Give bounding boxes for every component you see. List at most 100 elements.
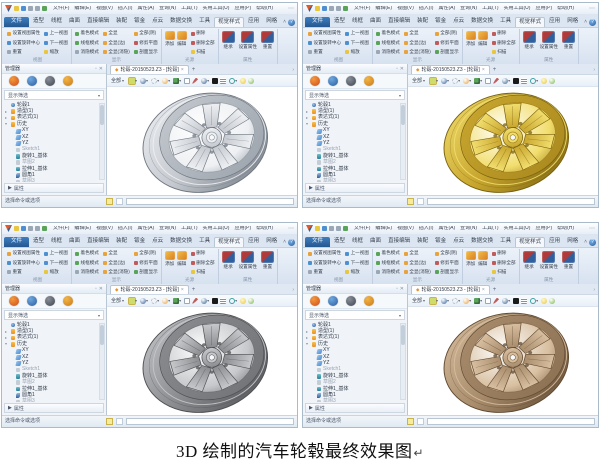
- open-icon[interactable]: [315, 6, 320, 11]
- menu-item[interactable]: 应用(P): [535, 6, 552, 11]
- selection-filter-dropdown[interactable]: 全部 ▾: [412, 297, 425, 304]
- ribbon-button[interactable]: 删除: [190, 31, 215, 36]
- visual-manager-icon[interactable]: [45, 76, 55, 86]
- save-icon[interactable]: [322, 6, 327, 11]
- titlebar-overflow-icon[interactable]: ⋯: [589, 226, 595, 232]
- collapsed-section-bar[interactable]: ▶ 属性: [4, 183, 104, 193]
- ribbon-button[interactable]: 剖面显示: [434, 49, 459, 55]
- display-tool-ring-icon[interactable]: ▾: [451, 297, 460, 304]
- redo-icon[interactable]: [35, 226, 40, 231]
- ribbon-button[interactable]: 重置: [260, 249, 274, 277]
- visual-manager-icon[interactable]: [346, 76, 356, 86]
- menu-item[interactable]: 属性(A): [438, 226, 455, 231]
- ribbon-tab[interactable]: 视觉样式: [515, 236, 546, 247]
- visual-manager-icon[interactable]: [346, 296, 356, 306]
- ribbon-button[interactable]: 重置: [260, 29, 274, 57]
- display-tool-bulb-icon[interactable]: [540, 297, 547, 304]
- display-tool-ball-icon[interactable]: ▾: [440, 297, 449, 304]
- ribbon-button[interactable]: 修剪平面: [133, 260, 158, 266]
- ribbon-tab[interactable]: 曲面: [367, 237, 384, 248]
- selection-filter-dropdown[interactable]: 全部 ▾: [412, 77, 425, 84]
- ribbon-tab[interactable]: 线框: [349, 17, 366, 28]
- menu-item[interactable]: 工具(T): [482, 226, 498, 231]
- history-manager-icon[interactable]: [310, 296, 320, 306]
- ribbon-button[interactable]: 扫描: [491, 49, 516, 55]
- tree-caret-icon[interactable]: ▾: [306, 342, 310, 346]
- save-icon[interactable]: [21, 6, 26, 11]
- tree-caret-icon[interactable]: ▸: [5, 335, 9, 340]
- display-filter-dropdown[interactable]: 显示筛选 ▾: [305, 310, 405, 320]
- display-tool-ball-icon[interactable]: ▾: [462, 77, 471, 84]
- menu-item[interactable]: 文件(F): [354, 6, 370, 11]
- ribbon-tab[interactable]: 网格: [564, 237, 581, 248]
- ribbon-button[interactable]: 设置视图属性: [308, 251, 341, 256]
- tree-caret-icon[interactable]: ▸: [306, 329, 310, 334]
- display-tool-ring-icon[interactable]: ▾: [451, 77, 460, 84]
- ribbon-tab[interactable]: 工具: [497, 237, 514, 248]
- collapsed-section-bar[interactable]: ▶ 属性: [4, 403, 104, 413]
- ribbon-button[interactable]: 剖面显示: [133, 49, 158, 55]
- ribbon-button[interactable]: 删除全部: [190, 260, 215, 266]
- ribbon-button[interactable]: 添加: [164, 31, 175, 47]
- close-panel-icon[interactable]: ✕: [400, 286, 404, 292]
- display-tool-sel-icon[interactable]: ▾: [428, 76, 438, 85]
- display-tool-ring-icon[interactable]: ▾: [150, 77, 159, 84]
- menu-item[interactable]: 查询(N): [159, 226, 176, 231]
- menu-item[interactable]: 插入(I): [419, 6, 434, 11]
- tab-scroll-icon[interactable]: ›: [292, 287, 294, 294]
- ribbon-button[interactable]: 删除: [491, 31, 516, 36]
- close-panel-icon[interactable]: ✕: [99, 286, 103, 292]
- ribbon-button[interactable]: 上一视图: [44, 31, 68, 36]
- document-tab[interactable]: ◆ 轮毂-20150523.Z3 - [轮毂] ×: [110, 285, 189, 294]
- pin-icon[interactable]: ▫: [95, 286, 97, 292]
- ribbon-button[interactable]: 上一视图: [44, 251, 68, 256]
- display-tool-stripe-icon[interactable]: [521, 77, 528, 84]
- ribbon-button[interactable]: 设置视图属性: [7, 31, 40, 36]
- viewport-canvas[interactable]: [408, 87, 598, 195]
- redo-icon[interactable]: [35, 6, 40, 11]
- undo-icon[interactable]: [28, 226, 33, 231]
- help-icon[interactable]: ?: [589, 239, 596, 246]
- menu-item[interactable]: 编辑(E): [74, 226, 91, 231]
- command-input[interactable]: [427, 418, 595, 425]
- ribbon-tab[interactable]: 网格: [263, 237, 280, 248]
- display-tool-sq-icon[interactable]: [211, 77, 218, 84]
- ribbon-button[interactable]: 全显(边): [102, 40, 130, 46]
- display-tool-ball-icon[interactable]: ▾: [139, 297, 148, 304]
- snap-toggle-icon[interactable]: [407, 198, 414, 205]
- display-tool-bulb-icon[interactable]: [239, 77, 246, 84]
- tree-caret-icon[interactable]: ▸: [5, 109, 9, 114]
- layer-manager-icon[interactable]: [63, 296, 73, 306]
- titlebar-overflow-icon[interactable]: ⋯: [589, 6, 595, 12]
- history-manager-icon[interactable]: [9, 296, 19, 306]
- undo-icon[interactable]: [329, 6, 334, 11]
- tree-item[interactable]: 草图3: [5, 179, 100, 182]
- display-tool-ball-icon[interactable]: ▾: [161, 297, 170, 304]
- undo-icon[interactable]: [329, 226, 334, 231]
- refresh-icon[interactable]: [343, 6, 348, 11]
- ribbon-button[interactable]: 缩放: [345, 269, 369, 275]
- display-filter-dropdown[interactable]: 显示筛选 ▾: [305, 90, 405, 100]
- display-tool-pen-icon[interactable]: [493, 297, 500, 304]
- tree-item[interactable]: 草图3: [306, 399, 401, 402]
- ribbon-tab[interactable]: 装配: [414, 237, 431, 248]
- close-document-icon[interactable]: ×: [482, 67, 485, 73]
- ribbon-button[interactable]: 全部(阴): [133, 251, 158, 256]
- ribbon-tab[interactable]: 应用: [546, 17, 563, 28]
- menu-item[interactable]: 插入(I): [419, 226, 434, 231]
- display-tool-stripe-icon[interactable]: [220, 297, 227, 304]
- display-tool-sq-icon[interactable]: [512, 77, 519, 84]
- ribbon-tab[interactable]: 线框: [349, 237, 366, 248]
- menu-item[interactable]: 查询(N): [460, 226, 477, 231]
- ribbon-tab[interactable]: 点云: [149, 237, 166, 248]
- ribbon-button[interactable]: 编辑: [176, 251, 187, 267]
- ribbon-tab[interactable]: 曲面: [367, 17, 384, 28]
- menu-item[interactable]: 插入(I): [118, 6, 133, 11]
- history-manager-icon[interactable]: [310, 76, 320, 86]
- assembly-manager-icon[interactable]: [27, 296, 37, 306]
- ribbon-button[interactable]: 设置属性: [540, 29, 558, 57]
- menu-item[interactable]: 文件(F): [354, 226, 370, 231]
- app-menu-button[interactable]: 文件: [305, 16, 331, 27]
- tab-scroll-icon[interactable]: ›: [593, 287, 595, 294]
- menu-item[interactable]: 视图(V): [96, 226, 113, 231]
